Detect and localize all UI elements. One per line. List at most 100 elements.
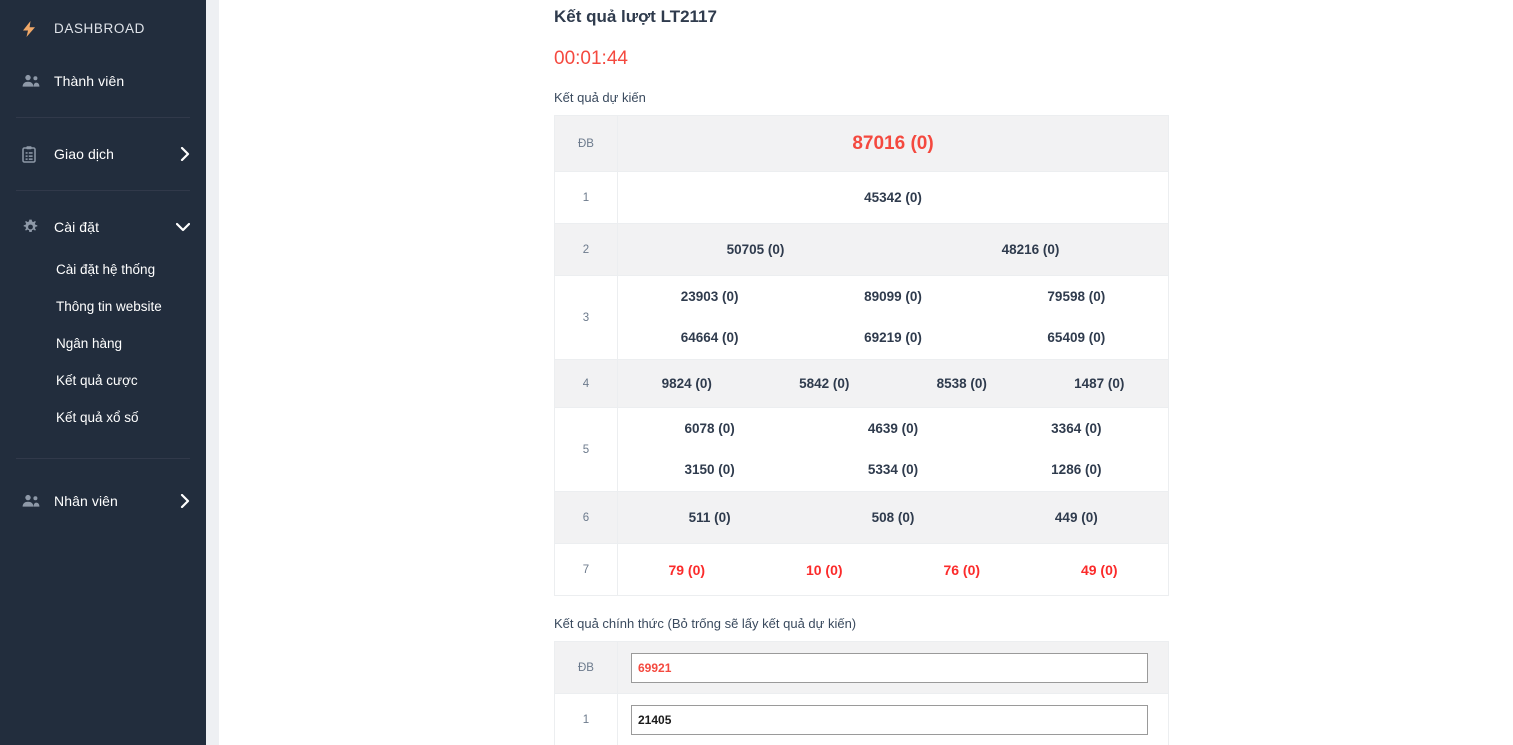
table-row: 1 [554, 693, 1169, 745]
row-cells: 6078 (0) 4639 (0) 3364 (0) 3150 (0) 5334… [617, 407, 1169, 492]
sidebar-divider-1 [16, 117, 190, 118]
row-label: 5 [554, 407, 618, 492]
prize-value: 5334 (0) [867, 462, 919, 477]
prize-value: 10 (0) [805, 561, 843, 578]
sidebar-subitem-thong-tin-website[interactable]: Thông tin website [0, 288, 206, 325]
official-result-input-1[interactable] [631, 704, 1148, 735]
chevron-right-icon [180, 494, 190, 508]
chevron-right-icon [180, 147, 190, 161]
predicted-result-table: ĐB 87016 (0) 1 45342 (0) 2 50705 (0) 482… [554, 115, 1169, 596]
row-cells: 511 (0) 508 (0) 449 (0) [617, 491, 1169, 544]
prize-value: 76 (0) [943, 561, 981, 578]
prize-value: 6078 (0) [684, 421, 735, 436]
row-cells: 50705 (0) 48216 (0) [617, 223, 1169, 276]
prize-value: 5842 (0) [799, 375, 850, 391]
brand-label: DASHBROAD [54, 21, 145, 36]
row-label: 6 [554, 491, 618, 544]
row-cells: 9824 (0) 5842 (0) 8538 (0) 1487 (0) [617, 359, 1169, 408]
sidebar-item-label: Giao dịch [54, 146, 115, 162]
table-row: 7 79 (0) 10 (0) 76 (0) 49 (0) [554, 543, 1169, 596]
prize-value: 48216 (0) [1001, 241, 1060, 257]
prize-value: 4639 (0) [867, 421, 919, 436]
prize-value: 49 (0) [1080, 561, 1118, 578]
sidebar-subitem-ngan-hang[interactable]: Ngân hàng [0, 325, 206, 362]
prize-value: 45342 (0) [864, 189, 922, 205]
prize-value-special: 87016 (0) [852, 132, 934, 154]
sidebar-item-thanh-vien[interactable]: Thành viên [0, 57, 206, 105]
prize-value: 79 (0) [668, 561, 706, 578]
sidebar-subitem-label: Thông tin website [56, 299, 162, 314]
prize-value: 65409 (0) [1047, 330, 1106, 345]
sidebar-item-giao-dich[interactable]: Giao dịch [0, 130, 206, 178]
bolt-icon [22, 20, 46, 37]
sidebar-divider-2 [16, 190, 190, 191]
app-root: DASHBROAD Thành viên Giao dịch Cài đặt C… [0, 0, 1513, 745]
sidebar-subitem-label: Kết quả xổ số [56, 410, 139, 425]
chevron-down-icon [176, 222, 190, 232]
row-cells: 23903 (0) 89099 (0) 79598 (0) 64664 (0) … [617, 275, 1169, 360]
sidebar-subitem-cai-dat-he-thong[interactable]: Cài đặt hệ thống [0, 251, 206, 288]
sidebar-subitem-label: Cài đặt hệ thống [56, 262, 156, 277]
content-gutter [206, 0, 219, 745]
official-result-table: ĐB 1 [554, 641, 1169, 745]
table-row: ĐB 87016 (0) [554, 115, 1169, 172]
prize-value: 79598 (0) [1047, 289, 1106, 304]
countdown-timer: 00:01:44 [554, 48, 628, 69]
row-cells: 79 (0) 10 (0) 76 (0) 49 (0) [617, 543, 1169, 596]
sidebar-subitem-ket-qua-xo-so[interactable]: Kết quả xổ số [0, 399, 206, 436]
page-title: Kết quả lượt LT2117 [554, 7, 717, 26]
brand-dashboard[interactable]: DASHBROAD [0, 0, 206, 57]
table-row: 6 511 (0) 508 (0) 449 (0) [554, 491, 1169, 544]
prize-value: 23903 (0) [680, 289, 739, 304]
sidebar: DASHBROAD Thành viên Giao dịch Cài đặt C… [0, 0, 206, 745]
official-input-cell [617, 641, 1169, 694]
sidebar-item-label: Nhân viên [54, 493, 118, 509]
sidebar-subitem-label: Ngân hàng [56, 336, 123, 351]
table-row: 1 45342 (0) [554, 171, 1169, 224]
row-label: 4 [554, 359, 618, 408]
row-label: ĐB [554, 641, 618, 694]
table-row: 5 6078 (0) 4639 (0) 3364 (0) 3150 (0) 53… [554, 407, 1169, 492]
sidebar-divider-3 [16, 458, 190, 459]
row-label: 3 [554, 275, 618, 360]
prize-value: 89099 (0) [864, 289, 922, 304]
sidebar-subitem-label: Kết quả cược [56, 373, 138, 388]
prize-value: 9824 (0) [661, 375, 712, 391]
row-cells: 87016 (0) [617, 115, 1169, 172]
row-label: 1 [554, 693, 618, 745]
prize-value: 3364 (0) [1051, 421, 1102, 436]
sidebar-item-cai-dat[interactable]: Cài đặt [0, 203, 206, 251]
row-label: 1 [554, 171, 618, 224]
gear-icon [22, 219, 46, 236]
row-label: ĐB [554, 115, 618, 172]
row-label: 2 [554, 223, 618, 276]
table-row: 4 9824 (0) 5842 (0) 8538 (0) 1487 (0) [554, 359, 1169, 408]
table-row: ĐB [554, 641, 1169, 694]
sidebar-subitem-ket-qua-cuoc[interactable]: Kết quả cược [0, 362, 206, 399]
result-panel: Kết quả lượt LT2117 00:01:44 Kết quả dự … [554, 0, 1513, 745]
table-row: 3 23903 (0) 89099 (0) 79598 (0) 64664 (0… [554, 275, 1169, 360]
prize-value: 1487 (0) [1074, 375, 1125, 391]
prize-value: 508 (0) [871, 509, 915, 525]
row-label: 7 [554, 543, 618, 596]
prize-value: 1286 (0) [1051, 462, 1102, 477]
clipboard-icon [22, 145, 46, 163]
official-result-label: Kết quả chính thức (Bỏ trống sẽ lấy kết … [554, 616, 857, 631]
prize-value: 511 (0) [688, 509, 731, 525]
prize-value: 50705 (0) [726, 241, 785, 257]
prize-value: 449 (0) [1054, 509, 1098, 525]
prize-value: 8538 (0) [936, 375, 987, 391]
people-icon [22, 494, 46, 508]
row-cells: 45342 (0) [617, 171, 1169, 224]
table-row: 2 50705 (0) 48216 (0) [554, 223, 1169, 276]
sidebar-item-label: Cài đặt [54, 219, 100, 235]
people-icon [22, 74, 46, 88]
sidebar-item-nhan-vien[interactable]: Nhân viên [0, 477, 206, 525]
sidebar-item-label: Thành viên [54, 73, 125, 89]
prize-value: 3150 (0) [684, 462, 735, 477]
prize-value: 64664 (0) [680, 330, 739, 345]
predicted-result-label: Kết quả dự kiến [554, 90, 646, 105]
main-content: Kết quả lượt LT2117 00:01:44 Kết quả dự … [219, 0, 1513, 745]
official-result-input-db[interactable] [631, 652, 1148, 683]
prize-value: 69219 (0) [864, 330, 922, 345]
